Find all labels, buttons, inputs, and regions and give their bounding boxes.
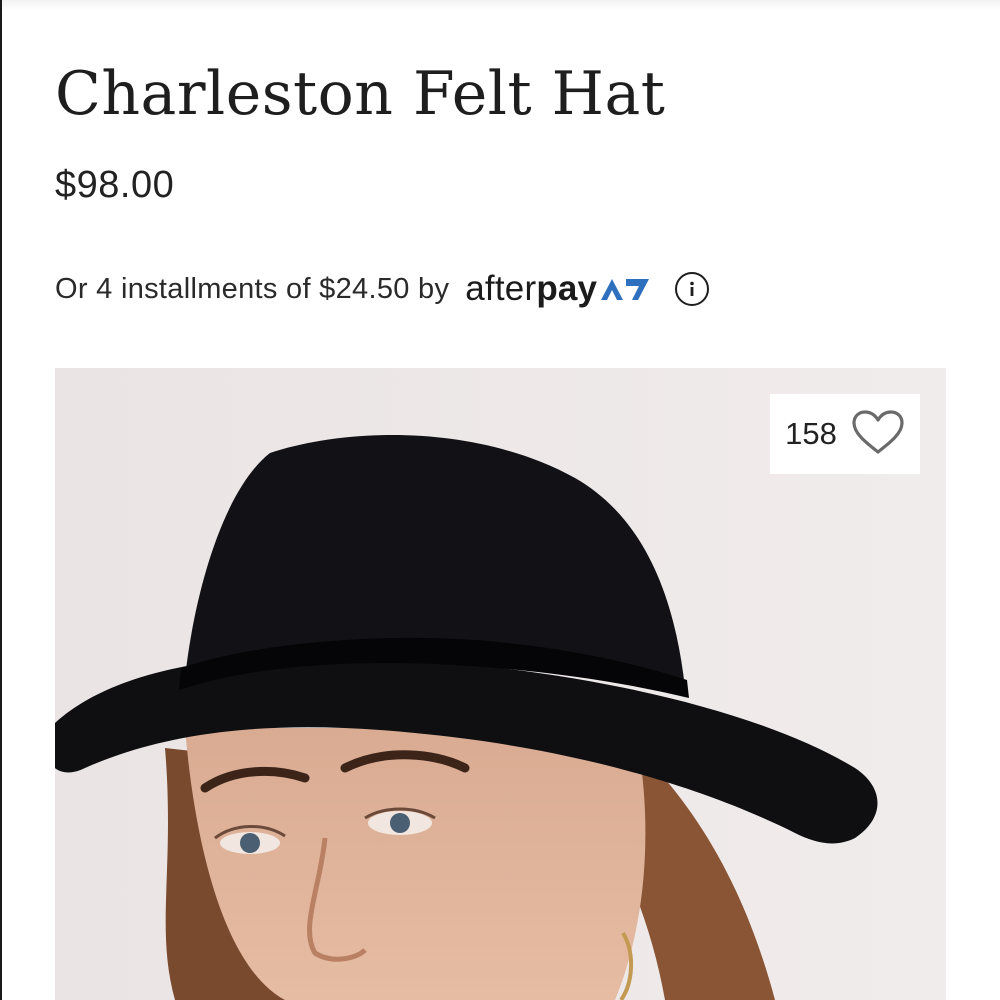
- like-button[interactable]: 158: [770, 394, 920, 474]
- product-title: Charleston Felt Hat: [55, 59, 666, 129]
- product-price: $98.00: [55, 164, 175, 206]
- info-icon[interactable]: [675, 272, 710, 306]
- installments-text: Or 4 installments of $24.50 by: [55, 272, 450, 305]
- top-shadow: [0, 0, 1000, 10]
- afterpay-arrows-icon: [599, 271, 651, 311]
- afterpay-logo-after: after: [465, 269, 537, 308]
- afterpay-installments: Or 4 installments of $24.50 by after pay: [55, 264, 710, 314]
- afterpay-logo: after pay: [465, 267, 651, 311]
- afterpay-logo-pay: pay: [536, 269, 598, 308]
- heart-icon: [851, 409, 905, 460]
- like-count: 158: [785, 416, 837, 451]
- left-border: [0, 0, 2, 1000]
